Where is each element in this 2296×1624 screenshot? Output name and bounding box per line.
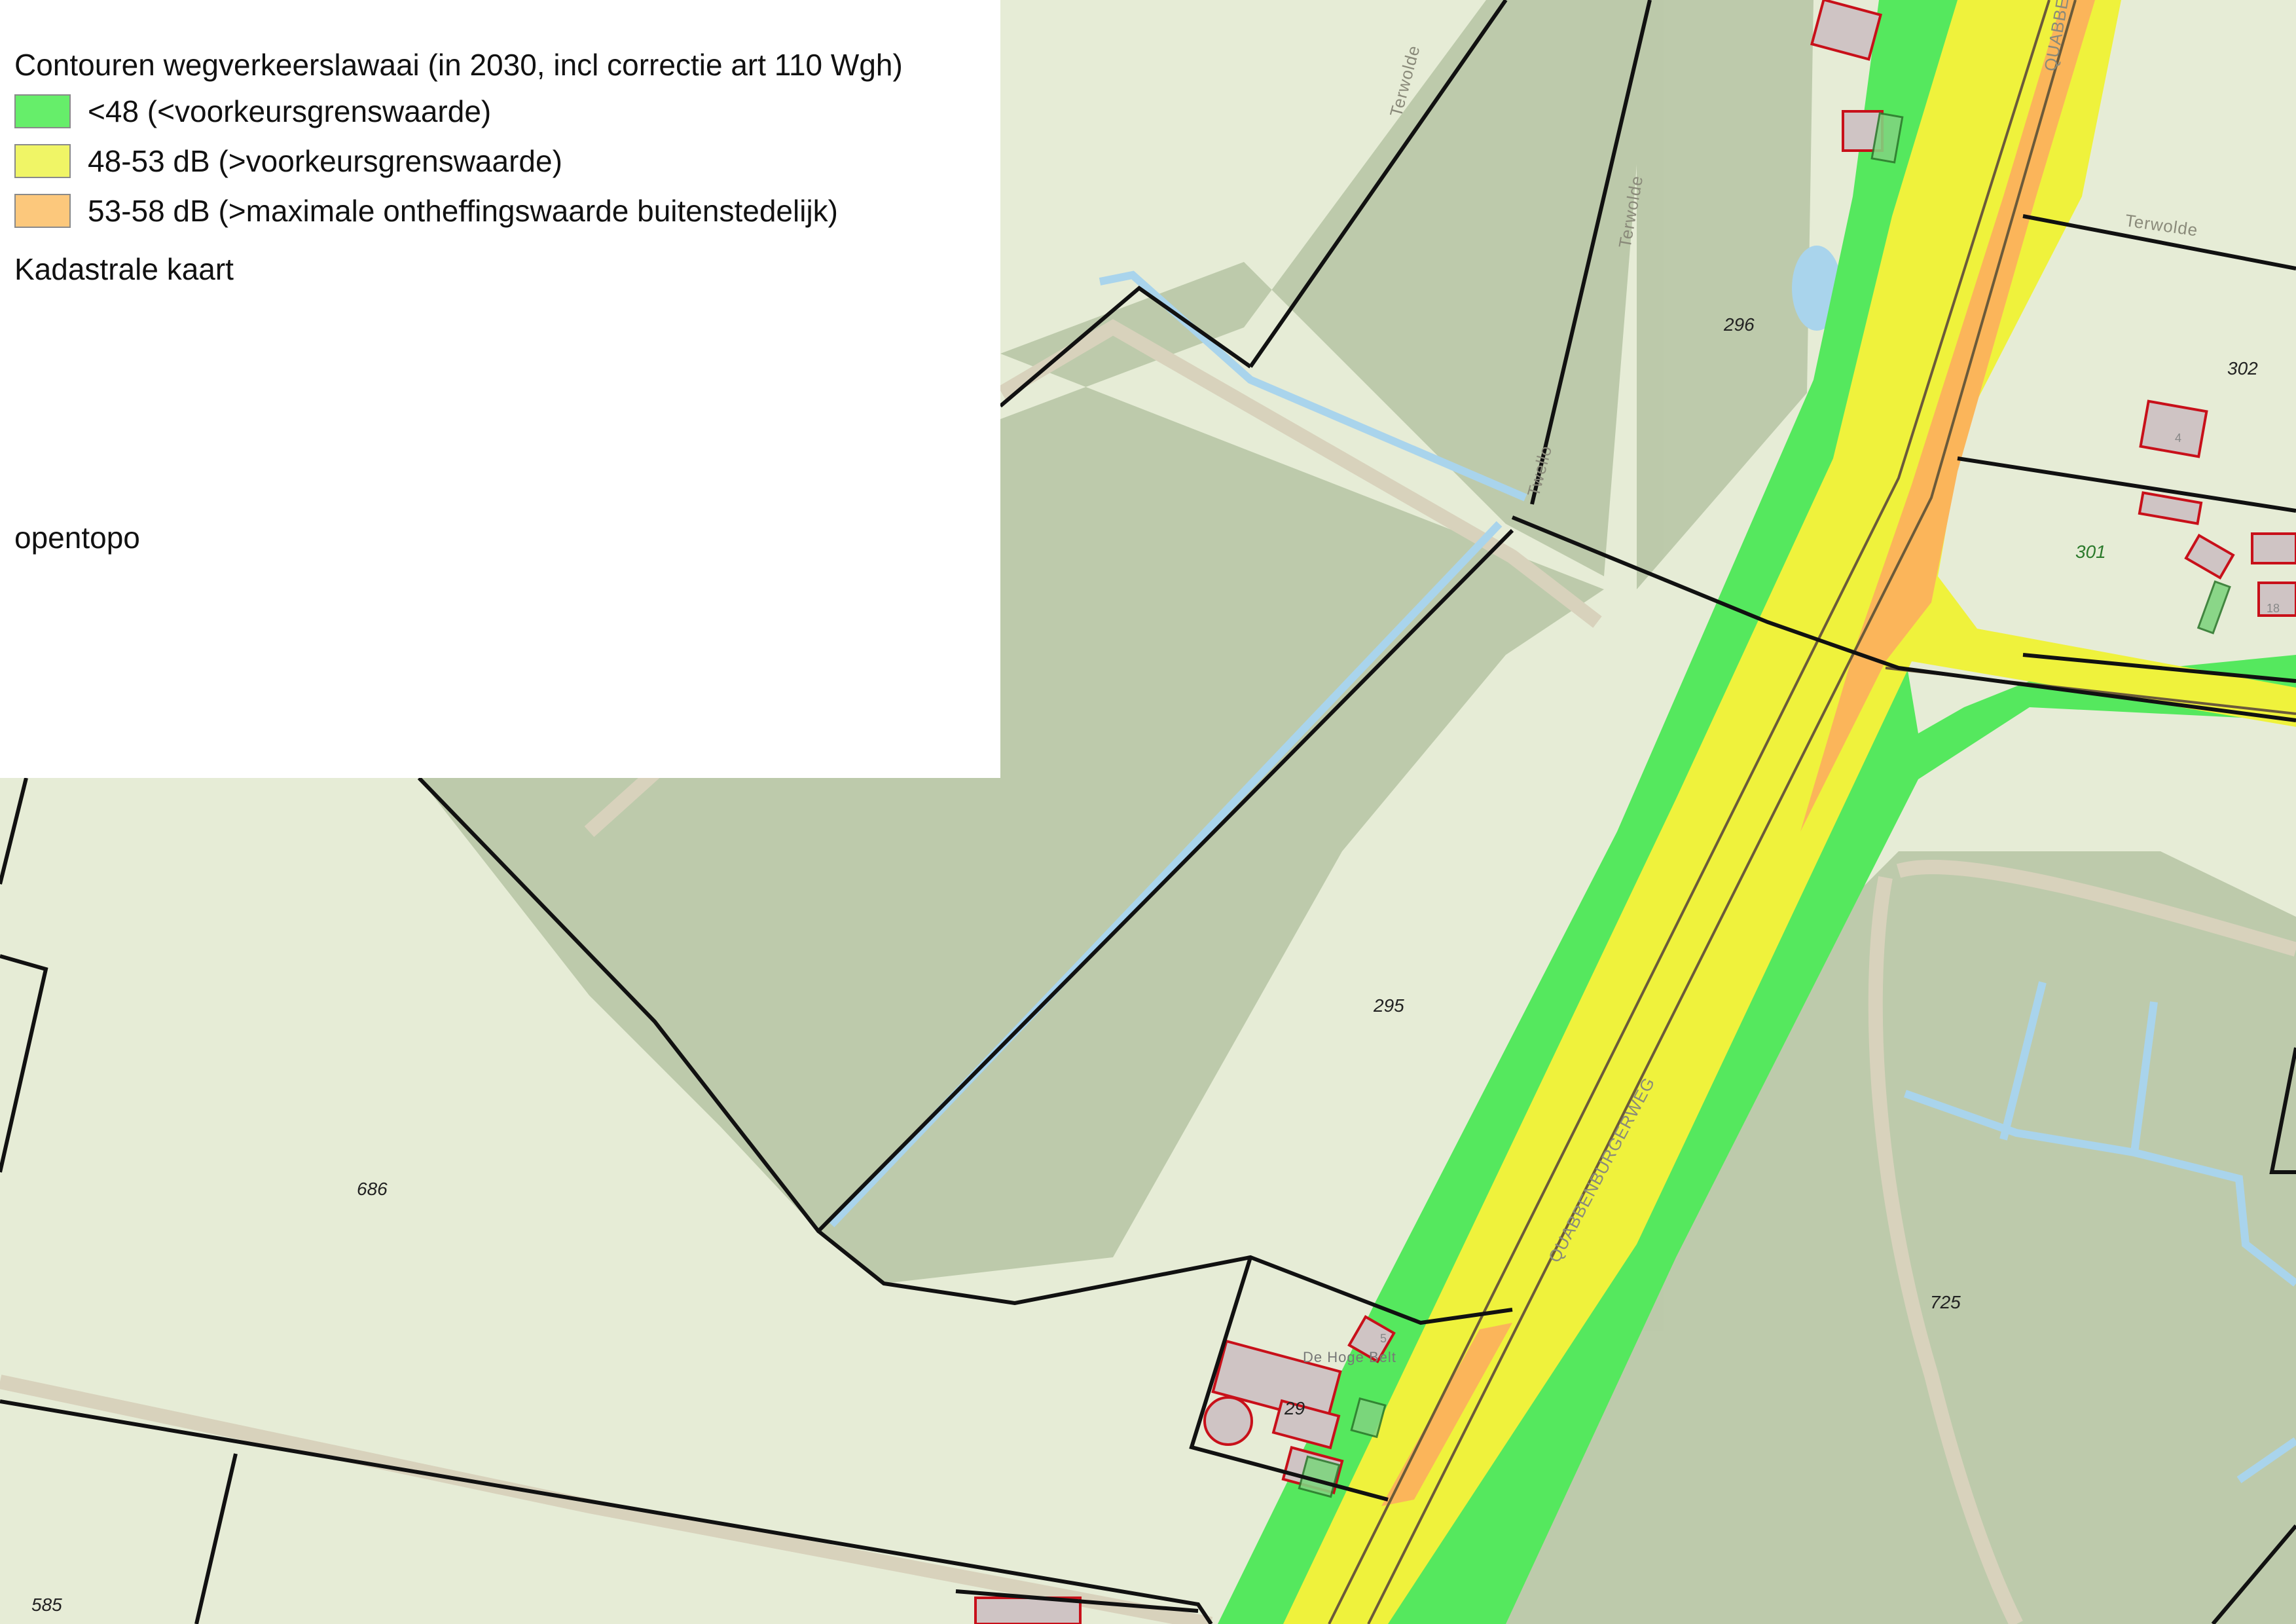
legend-basemap-heading: opentopo <box>14 521 140 555</box>
parcel-number: 295 <box>1373 995 1404 1016</box>
legend-label: 48-53 dB (>voorkeursgrenswaarde) <box>88 144 562 178</box>
parcel-number: 302 <box>2227 358 2258 378</box>
house-number: 4 <box>2175 432 2181 445</box>
legend-swatch-low <box>14 94 71 128</box>
building <box>2139 399 2208 458</box>
legend-swatch-high <box>14 194 71 228</box>
legend-panel: Contouren wegverkeerslawaai (in 2030, in… <box>0 0 1000 778</box>
legend-cadastral-heading: Kadastrale kaart <box>14 252 234 286</box>
building <box>2251 532 2296 564</box>
parcel-number: 29 <box>1284 1398 1305 1418</box>
silo <box>1203 1396 1253 1446</box>
legend-title: Contouren wegverkeerslawaai (in 2030, in… <box>14 48 903 82</box>
parcel-number: 296 <box>1723 314 1755 335</box>
house-number: 18 <box>2267 602 2280 615</box>
legend-label: 53-58 dB (>maximale ontheffingswaarde bu… <box>88 194 838 228</box>
place-label: De Hoge Belt <box>1303 1349 1396 1365</box>
parcel-number: 686 <box>357 1179 388 1199</box>
parcel-number: 301 <box>2075 542 2106 562</box>
legend-item-mid: 48-53 dB (>voorkeursgrenswaarde) <box>14 143 562 179</box>
parcel-number: 725 <box>1930 1292 1961 1312</box>
legend-label: <48 (<voorkeursgrenswaarde) <box>88 94 492 128</box>
legend-item-low: <48 (<voorkeursgrenswaarde) <box>14 93 491 130</box>
parcel-number: 585 <box>31 1595 62 1615</box>
legend-swatch-mid <box>14 144 71 178</box>
house-number: 5 <box>1380 1332 1387 1345</box>
legend-item-high: 53-58 dB (>maximale ontheffingswaarde bu… <box>14 193 838 229</box>
